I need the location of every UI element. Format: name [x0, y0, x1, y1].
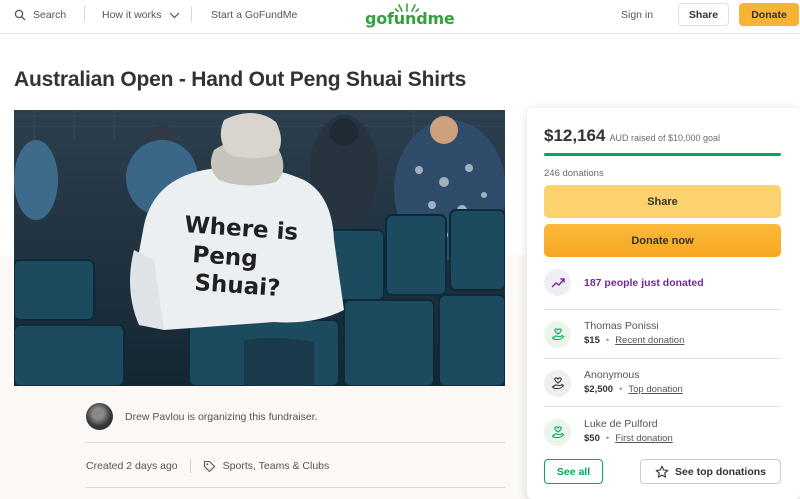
logo-text: gofundme — [365, 9, 455, 28]
section-divider — [86, 487, 505, 488]
share-button[interactable]: Share — [544, 185, 781, 218]
campaign-title: Australian Open - Hand Out Peng Shuai Sh… — [14, 68, 467, 91]
sign-in-link[interactable]: Sign in — [621, 0, 653, 30]
donor-divider — [544, 309, 781, 310]
shirt-text-line-2: Peng — [192, 242, 259, 272]
start-gofundme-link[interactable]: Start a GoFundMe — [211, 0, 297, 30]
bullet-separator: • — [605, 335, 610, 346]
organizer-avatar[interactable] — [86, 403, 113, 430]
gofundme-logo[interactable]: gofundme — [365, 3, 455, 30]
donor-divider — [544, 406, 781, 407]
donor-icon-circle — [544, 320, 571, 348]
see-top-donations-button[interactable]: See top donations — [640, 459, 781, 484]
campaign-meta: Created 2 days ago Sports, Teams & Clubs — [86, 456, 329, 476]
donor-hand-icon — [551, 426, 564, 439]
search-link[interactable]: Search — [14, 0, 66, 30]
nav-divider — [191, 6, 192, 22]
trending-up-icon — [551, 277, 565, 287]
sign-in-label: Sign in — [621, 9, 654, 21]
how-it-works-label: How it works — [102, 9, 162, 21]
donor-tag[interactable]: Top donation — [628, 382, 682, 398]
trend-circle — [544, 269, 571, 296]
start-gofundme-label: Start a GoFundMe — [211, 9, 298, 21]
chevron-down-icon — [169, 12, 179, 18]
meta-divider — [189, 459, 191, 473]
donor-amount: $15 — [584, 335, 600, 346]
site-header: Search How it works Start a GoFundMe gof… — [0, 0, 800, 34]
donor-icon-circle — [544, 418, 571, 446]
campaign-hero-image[interactable]: Where is Peng Shuai? — [14, 110, 505, 386]
raised-amount: $12,164 — [544, 126, 606, 145]
donor-amount: $2,500 — [584, 384, 614, 395]
donor-name: Thomas Ponissi — [584, 320, 659, 332]
donor-tag[interactable]: First donation — [615, 431, 673, 447]
donor-item: Thomas Ponissi $15 • Recent donation — [544, 319, 684, 349]
see-top-donations-label: See top donations — [674, 465, 766, 478]
donor-divider — [544, 358, 781, 359]
organizer-text: Drew Pavlou is organizing this fundraise… — [125, 410, 318, 423]
donor-item: Luke de Pulford $50 • First donation — [544, 417, 673, 447]
created-date: Created 2 days ago — [86, 460, 178, 472]
search-label: Search — [33, 9, 67, 21]
hero-illustration: Where is Peng Shuai? — [14, 110, 505, 386]
trend-text: 187 people just donated — [584, 276, 704, 289]
donor-name: Anonymous — [584, 369, 640, 381]
header-donate-button[interactable]: Donate — [739, 3, 799, 26]
how-it-works-menu[interactable]: How it works — [102, 0, 180, 30]
category-link[interactable]: Sports, Teams & Clubs — [223, 460, 330, 472]
tag-icon — [203, 460, 215, 472]
search-icon — [14, 9, 26, 21]
donor-name: Luke de Pulford — [584, 418, 658, 430]
donor-tag[interactable]: Recent donation — [615, 333, 684, 349]
donor-icon-circle — [544, 369, 571, 397]
donor-item: Anonymous $2,500 • Top donation — [544, 368, 683, 398]
organizer-row: Drew Pavlou is organizing this fundraise… — [86, 403, 318, 430]
donation-sidebar: $12,164 AUD raised of $10,000 goal 246 d… — [527, 108, 800, 499]
recent-activity-banner: 187 people just donated — [544, 269, 704, 296]
bullet-separator: • — [605, 433, 610, 444]
donations-count: 246 donations — [544, 168, 604, 179]
raised-summary: $12,164 AUD raised of $10,000 goal — [544, 126, 720, 146]
donor-hand-icon — [551, 328, 564, 341]
header-share-button[interactable]: Share — [678, 3, 729, 26]
donate-now-button[interactable]: Donate now — [544, 224, 781, 257]
donor-hand-icon — [551, 377, 564, 390]
donor-amount: $50 — [584, 433, 600, 444]
bullet-separator: • — [619, 384, 623, 395]
progress-fill — [544, 153, 781, 156]
nav-divider — [84, 6, 85, 22]
star-icon — [655, 465, 669, 478]
progress-bar — [544, 153, 781, 156]
raised-goal-text: AUD raised of $10,000 goal — [609, 133, 721, 143]
section-divider — [86, 442, 505, 443]
see-all-button[interactable]: See all — [544, 459, 603, 484]
